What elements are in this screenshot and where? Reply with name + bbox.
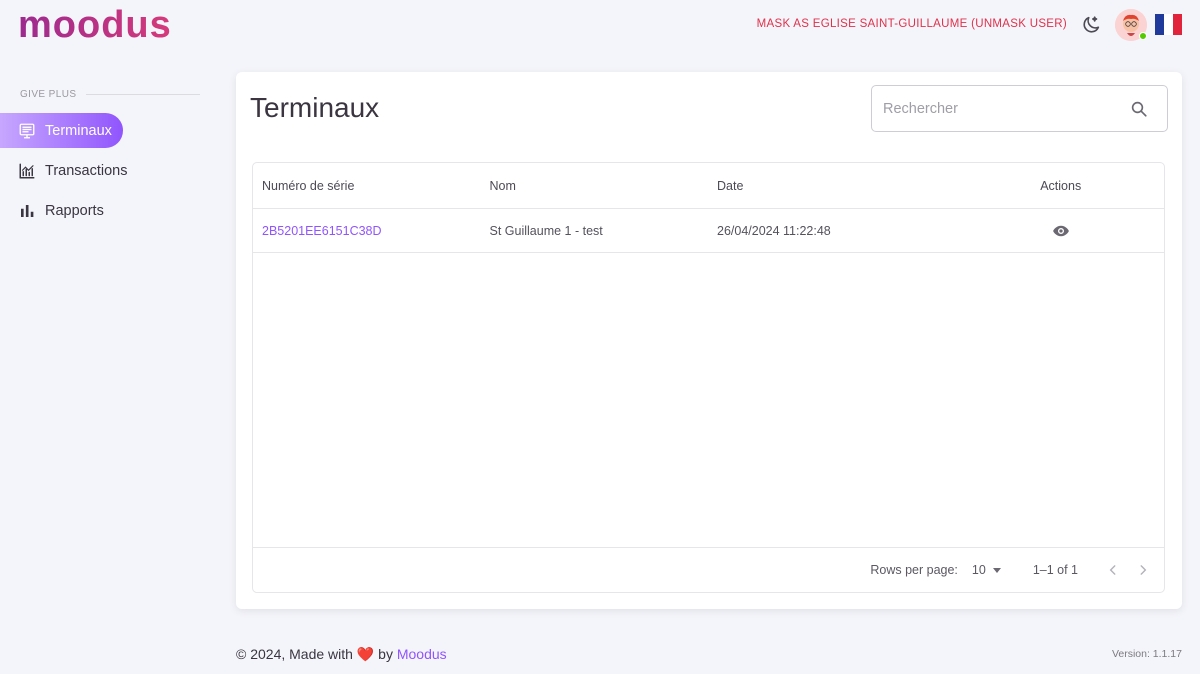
terminal-icon	[18, 122, 36, 140]
column-header-serial[interactable]: Numéro de série	[253, 179, 481, 193]
pagination: Rows per page: 10 1–1 of 1	[253, 547, 1164, 592]
moon-icon[interactable]	[1080, 14, 1102, 36]
svg-text:moodus: moodus	[18, 8, 172, 42]
section-divider	[86, 93, 200, 95]
chart-line-icon	[18, 162, 36, 180]
sidebar-section-label: GIVE PLUS	[20, 88, 77, 100]
caret-down-icon	[992, 567, 1001, 573]
version-label: Version: 1.1.17	[1111, 648, 1182, 660]
moodus-logo[interactable]: moodus	[18, 4, 202, 46]
sidebar-item-label: Rapports	[45, 202, 104, 219]
search-icon[interactable]	[1130, 100, 1148, 118]
rows-per-page-label: Rows per page:	[870, 563, 958, 577]
terminals-card: Terminaux Numéro de série Nom Date Actio…	[236, 72, 1182, 609]
date-cell: 26/04/2024 11:22:48	[717, 223, 831, 238]
sidebar: GIVE PLUS Terminaux Transactions Rapport…	[0, 80, 210, 228]
heart-icon: ❤️	[356, 646, 375, 662]
sidebar-section: GIVE PLUS	[0, 80, 210, 108]
column-header-name[interactable]: Nom	[481, 179, 709, 193]
serial-cell: 2B5201EE6151C38D	[253, 224, 481, 238]
footer-prefix: © 2024, Made with	[236, 646, 353, 662]
sidebar-item-terminaux[interactable]: Terminaux	[0, 113, 123, 148]
sidebar-item-rapports[interactable]: Rapports	[0, 193, 123, 228]
footer-brand-link[interactable]: Moodus	[397, 646, 447, 662]
page-title: Terminaux	[250, 92, 380, 123]
table-row: 2B5201EE6151C38D St Guillaume 1 - test 2…	[253, 209, 1164, 253]
column-header-actions: Actions	[1040, 178, 1082, 193]
table-header: Numéro de série Nom Date Actions	[253, 163, 1164, 209]
footer-copyright: © 2024, Made with ❤️ by Moodus	[236, 646, 447, 663]
column-header-date[interactable]: Date	[708, 179, 957, 193]
eye-icon[interactable]	[1052, 222, 1070, 240]
bar-chart-icon	[18, 202, 36, 220]
chevron-right-icon[interactable]	[1134, 561, 1152, 579]
terminals-table: Numéro de série Nom Date Actions 2B5201E…	[252, 162, 1165, 593]
sidebar-item-label: Transactions	[45, 162, 128, 179]
search-field[interactable]	[871, 85, 1168, 132]
serial-link[interactable]: 2B5201EE6151C38D	[262, 224, 382, 238]
search-input[interactable]	[883, 98, 1123, 120]
sidebar-item-label: Terminaux	[45, 122, 112, 139]
footer-by: by	[378, 646, 393, 662]
rows-per-page-value: 10	[971, 563, 986, 577]
rows-per-page-select[interactable]: 10	[972, 563, 1001, 577]
mask-user-link[interactable]: MASK AS EGLISE SAINT-GUILLAUME (UNMASK U…	[757, 18, 1067, 30]
chevron-left-icon[interactable]	[1104, 561, 1122, 579]
pagination-range: 1–1 of 1	[1032, 563, 1078, 577]
user-avatar[interactable]	[1115, 9, 1147, 41]
name-cell: St Guillaume 1 - test	[489, 223, 603, 238]
sidebar-item-transactions[interactable]: Transactions	[0, 153, 127, 188]
actions-cell	[957, 222, 1164, 240]
france-flag[interactable]	[1155, 14, 1182, 35]
online-status-dot	[1139, 32, 1147, 40]
